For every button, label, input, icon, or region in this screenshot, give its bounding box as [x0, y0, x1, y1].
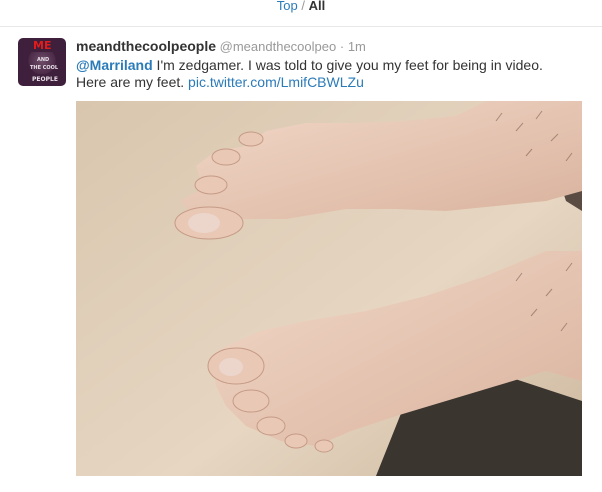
result-filter-bar: Top / All — [0, 0, 602, 27]
tweet-media-link[interactable]: pic.twitter.com/LmifCBWLZu — [188, 74, 364, 90]
tweet[interactable]: ME AND THE COOL PEOPLE meandthecoolpeopl… — [0, 27, 602, 492]
filter-top-link[interactable]: Top — [277, 0, 298, 13]
tweet-photo[interactable] — [76, 101, 582, 476]
twitter-search-page: Top / All ME AND THE COOL PEOPLE meandth… — [0, 0, 602, 492]
tweet-mention[interactable]: @Marriland — [76, 57, 153, 73]
tweet-dot: · — [339, 39, 345, 54]
avatar-text-cool: THE COOL — [30, 65, 59, 71]
filter-separator: / — [301, 0, 305, 13]
avatar[interactable]: ME AND THE COOL PEOPLE — [18, 38, 66, 86]
tweet-text: @Marriland I'm zedgamer. I was told to g… — [76, 57, 576, 91]
filter-all-label[interactable]: All — [309, 0, 326, 13]
feet-photo-illustration — [76, 101, 582, 476]
tweet-header: meandthecoolpeople @meandthecoolpeo · 1m — [76, 38, 366, 54]
tweet-username[interactable]: @meandthecoolpeo — [220, 39, 337, 54]
tweet-timestamp[interactable]: 1m — [348, 39, 366, 54]
avatar-text-me: ME — [33, 39, 52, 52]
avatar-text-people: PEOPLE — [32, 76, 58, 83]
avatar-text-and: AND — [37, 57, 50, 63]
tweet-fullname[interactable]: meandthecoolpeople — [76, 38, 216, 54]
